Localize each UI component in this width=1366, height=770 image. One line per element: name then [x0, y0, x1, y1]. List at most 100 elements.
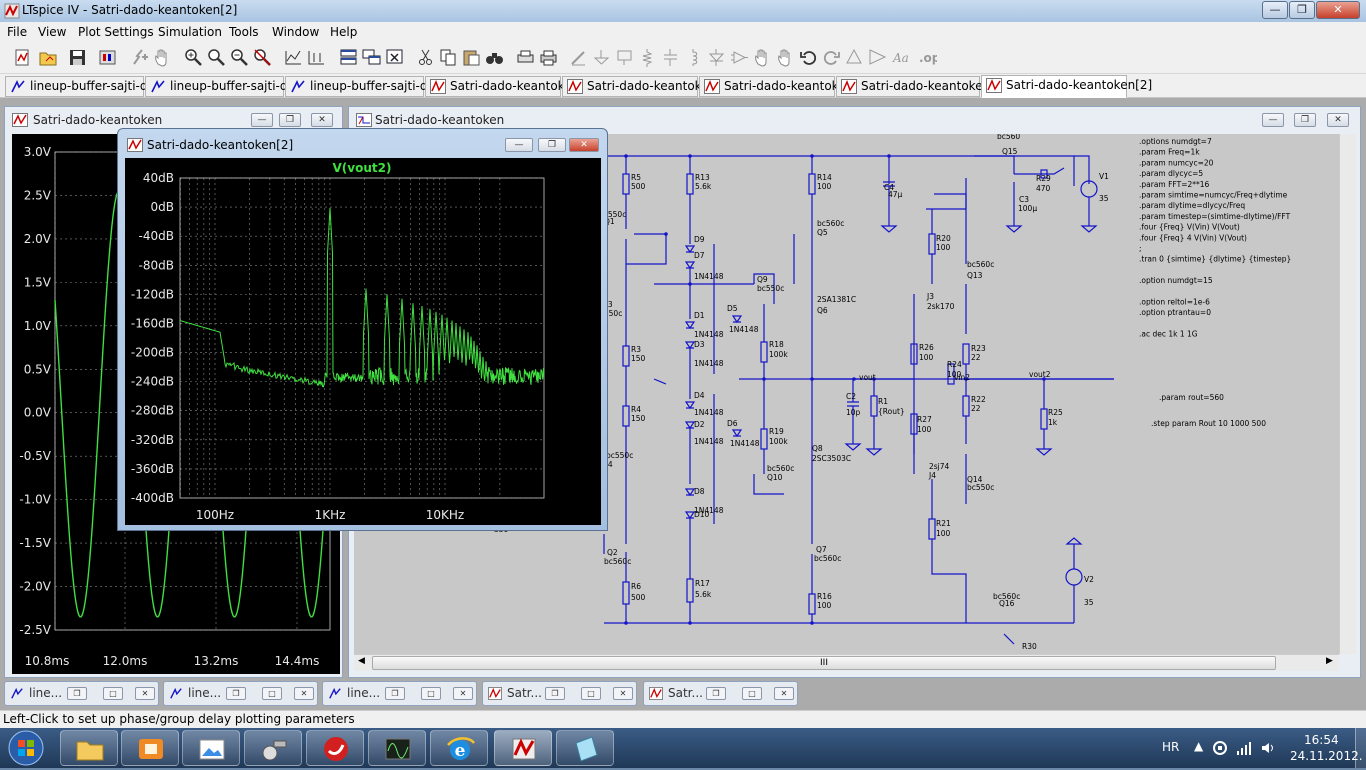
- close-button[interactable]: ✕: [1316, 1, 1360, 19]
- window-minimize-button[interactable]: —: [251, 113, 273, 127]
- component-label[interactable]: 1N4148: [694, 437, 724, 446]
- menu-plot-settings[interactable]: Plot Settings: [78, 25, 154, 39]
- component-label[interactable]: 22: [971, 353, 981, 362]
- spice-directive[interactable]: .option ptrantau=0: [1139, 308, 1211, 317]
- component-label[interactable]: R6: [631, 582, 641, 591]
- save-icon[interactable]: [67, 47, 88, 68]
- component-label[interactable]: 5.6k: [695, 182, 712, 191]
- maximize-button[interactable]: □: [742, 687, 762, 700]
- label-net-icon[interactable]: [614, 47, 635, 68]
- component-label[interactable]: R26: [919, 343, 934, 352]
- new-schematic-icon[interactable]: [12, 47, 33, 68]
- taskbar-app-9[interactable]: [556, 730, 614, 766]
- minimized-window-1[interactable]: line... ❐ □ ✕: [4, 681, 159, 706]
- restore-button[interactable]: ❐: [1289, 1, 1315, 19]
- spice-directive[interactable]: .options numdgt=7: [1139, 137, 1212, 146]
- window-minimize-button[interactable]: —: [1262, 113, 1284, 127]
- component-label[interactable]: 47µ: [888, 190, 903, 199]
- component-label[interactable]: R27: [917, 415, 932, 424]
- spice-directive[interactable]: .param dlycyc=5: [1139, 169, 1203, 178]
- horizontal-scrollbar[interactable]: ◀ III ▶: [354, 654, 1339, 671]
- doc-tab-6[interactable]: Satri-dado-keantoken: [699, 76, 853, 97]
- component-label[interactable]: 100: [936, 529, 951, 538]
- close-button[interactable]: ✕: [453, 687, 473, 700]
- component-label[interactable]: C2: [846, 392, 856, 401]
- component-label[interactable]: V1: [1099, 172, 1109, 181]
- restore-button[interactable]: ❐: [385, 687, 405, 700]
- component-label[interactable]: Q2: [607, 548, 618, 557]
- component-label[interactable]: R16: [817, 592, 832, 601]
- spice-directive[interactable]: .param numcyc=20: [1139, 158, 1214, 167]
- component-label[interactable]: 500: [631, 593, 646, 602]
- close-button[interactable]: ✕: [774, 687, 794, 700]
- component-label[interactable]: R24: [947, 360, 962, 369]
- component-label[interactable]: 150: [631, 414, 646, 423]
- zoom-in-icon[interactable]: [183, 47, 204, 68]
- minimized-window-3[interactable]: line... ❐ □ ✕: [322, 681, 477, 706]
- component-label[interactable]: D5: [727, 304, 738, 313]
- component-label[interactable]: R22: [971, 395, 986, 404]
- print-icon[interactable]: [538, 47, 559, 68]
- doc-tab-5[interactable]: Satri-dado-keantoken: [562, 76, 716, 97]
- component-label[interactable]: R4: [631, 405, 641, 414]
- capacitor-icon[interactable]: [660, 47, 681, 68]
- taskbar-app-3[interactable]: [182, 730, 240, 766]
- spice-directive-icon[interactable]: .op: [916, 47, 941, 68]
- component-label[interactable]: R14: [817, 173, 832, 182]
- component-label[interactable]: Q15: [1002, 147, 1018, 156]
- doc-tab-2[interactable]: lineup-buffer-sajti-dado: [145, 76, 310, 97]
- component-label[interactable]: Q13: [967, 271, 983, 280]
- maximize-button[interactable]: □: [581, 687, 601, 700]
- window-close-button[interactable]: ✕: [1327, 113, 1349, 127]
- component-label[interactable]: 1N4148: [694, 408, 724, 417]
- component-label[interactable]: bc550c: [757, 284, 784, 293]
- window-minimize-button[interactable]: —: [505, 138, 533, 152]
- clock-time[interactable]: 16:54: [1304, 733, 1339, 747]
- spice-directive[interactable]: .four {Freq} V(Vin) V(Vout): [1139, 223, 1240, 232]
- copy-icon[interactable]: [438, 47, 459, 68]
- component-label[interactable]: 35: [1099, 194, 1109, 203]
- component-label[interactable]: R23: [971, 344, 986, 353]
- component-label[interactable]: R19: [769, 427, 784, 436]
- volume-icon[interactable]: [1260, 740, 1276, 756]
- minimized-window-4[interactable]: Satr... ❐ □ ✕: [482, 681, 637, 706]
- component-label[interactable]: Q8: [812, 444, 823, 453]
- spice-directive[interactable]: .param simtime=numcyc/Freq+dlytime: [1139, 191, 1288, 200]
- component-label[interactable]: R5: [631, 173, 641, 182]
- minimize-button[interactable]: —: [1262, 1, 1288, 19]
- resistor-icon[interactable]: [637, 47, 658, 68]
- window-close-button[interactable]: ✕: [569, 138, 599, 152]
- zoom-cancel-icon[interactable]: [252, 47, 273, 68]
- undo-icon[interactable]: [798, 47, 819, 68]
- component-label[interactable]: R25: [1048, 408, 1063, 417]
- component-label[interactable]: 2SA1381C: [817, 295, 856, 304]
- fft-plot[interactable]: V(vout2) 40dB 0dB -40dB -80dB -120dB -160dB -2…: [125, 158, 601, 525]
- component-label[interactable]: 100k: [769, 437, 788, 446]
- component-label[interactable]: 35: [1084, 598, 1094, 607]
- maximize-button[interactable]: □: [262, 687, 282, 700]
- component-label[interactable]: D8: [694, 487, 705, 496]
- input-language[interactable]: HR: [1162, 740, 1179, 754]
- close-button[interactable]: ✕: [294, 687, 314, 700]
- spice-directive[interactable]: .step param Rout 10 1000 500: [1151, 419, 1266, 428]
- spice-directive[interactable]: .param rout=560: [1159, 393, 1224, 402]
- restore-button[interactable]: ❐: [226, 687, 246, 700]
- zoom-out-icon[interactable]: [229, 47, 250, 68]
- close-button[interactable]: ✕: [613, 687, 633, 700]
- component-label[interactable]: bc560c: [604, 557, 631, 566]
- component-label[interactable]: bc550c: [606, 451, 633, 460]
- component-label[interactable]: Q9: [757, 275, 768, 284]
- scroll-thumb[interactable]: III: [372, 656, 1276, 670]
- component-label[interactable]: Q16: [999, 599, 1015, 608]
- run-icon[interactable]: [130, 47, 151, 68]
- menu-file[interactable]: File: [7, 25, 27, 39]
- component-label[interactable]: 470: [1036, 184, 1051, 193]
- component-label[interactable]: Q10: [767, 473, 783, 482]
- control-panel-icon[interactable]: [97, 47, 118, 68]
- spice-directive[interactable]: .four {Freq} 4 V(Vin) V(Vout): [1139, 233, 1247, 242]
- restore-button[interactable]: ❐: [706, 687, 726, 700]
- component-label[interactable]: 100: [936, 243, 951, 252]
- restore-button[interactable]: ❐: [545, 687, 565, 700]
- cut-icon[interactable]: [415, 47, 436, 68]
- component-label[interactable]: R20: [936, 234, 951, 243]
